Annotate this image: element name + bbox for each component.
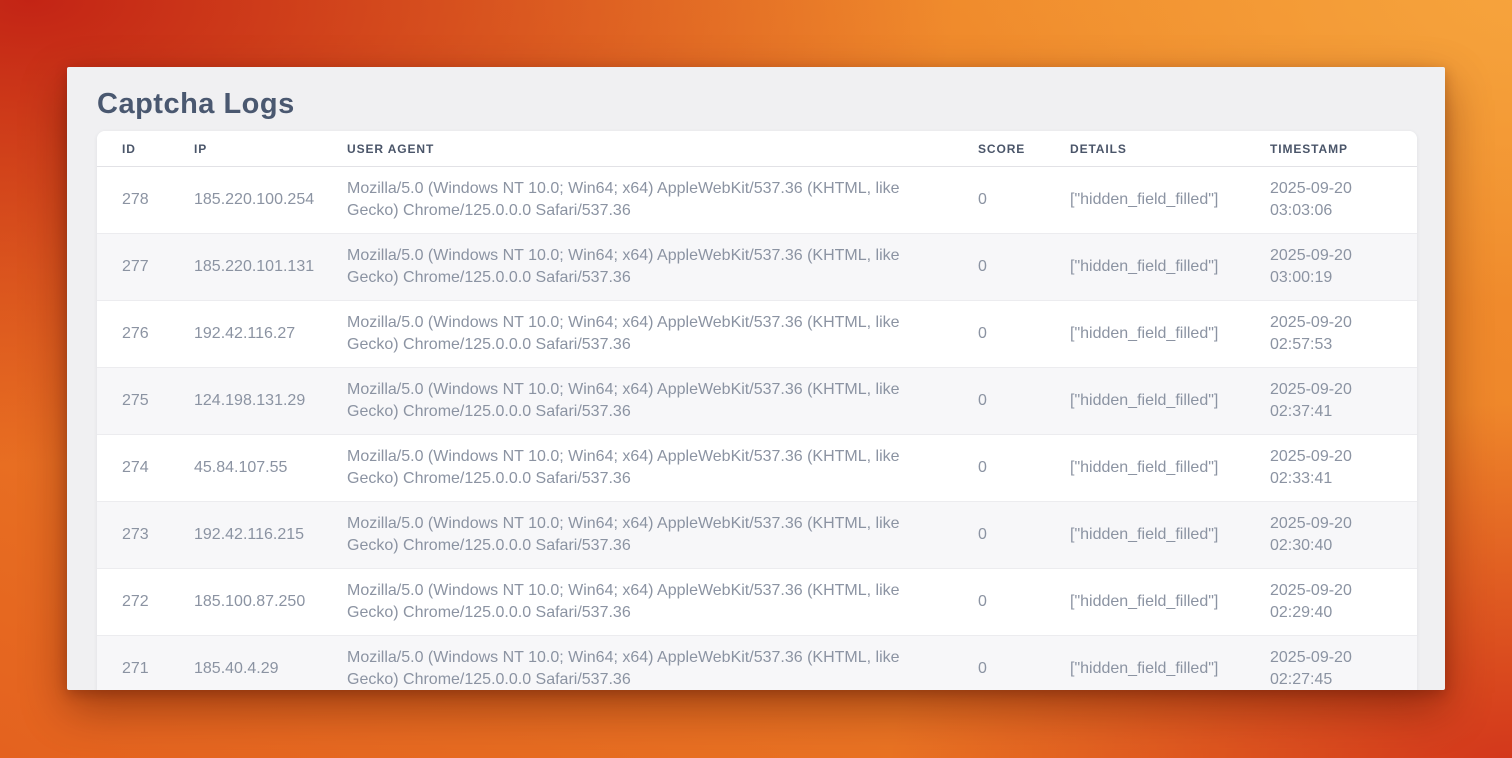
captcha-logs-card: Captcha Logs ID IP USER AGENT SCORE DETA… bbox=[67, 67, 1445, 690]
card-header: Captcha Logs bbox=[67, 67, 1445, 122]
cell-ip: 185.100.87.250 bbox=[194, 569, 347, 636]
cell-timestamp: 2025-09-20 03:03:06 bbox=[1270, 167, 1417, 234]
table-row: 271 185.40.4.29 Mozilla/5.0 (Windows NT … bbox=[97, 636, 1417, 691]
cell-ip: 185.220.101.131 bbox=[194, 234, 347, 301]
cell-score: 0 bbox=[978, 234, 1070, 301]
cell-details: ["hidden_field_filled"] bbox=[1070, 234, 1270, 301]
table-header: ID IP USER AGENT SCORE DETAILS TIMESTAMP bbox=[97, 131, 1417, 167]
cell-score: 0 bbox=[978, 569, 1070, 636]
cell-id: 275 bbox=[97, 368, 194, 435]
cell-id: 278 bbox=[97, 167, 194, 234]
cell-details: ["hidden_field_filled"] bbox=[1070, 569, 1270, 636]
cell-score: 0 bbox=[978, 301, 1070, 368]
column-header-id: ID bbox=[97, 131, 194, 167]
column-header-details: DETAILS bbox=[1070, 131, 1270, 167]
cell-useragent: Mozilla/5.0 (Windows NT 10.0; Win64; x64… bbox=[347, 368, 978, 435]
table-row: 272 185.100.87.250 Mozilla/5.0 (Windows … bbox=[97, 569, 1417, 636]
table-body: 278 185.220.100.254 Mozilla/5.0 (Windows… bbox=[97, 167, 1417, 691]
table-row: 278 185.220.100.254 Mozilla/5.0 (Windows… bbox=[97, 167, 1417, 234]
cell-id: 271 bbox=[97, 636, 194, 691]
cell-ip: 124.198.131.29 bbox=[194, 368, 347, 435]
cell-useragent: Mozilla/5.0 (Windows NT 10.0; Win64; x64… bbox=[347, 301, 978, 368]
cell-useragent: Mozilla/5.0 (Windows NT 10.0; Win64; x64… bbox=[347, 234, 978, 301]
cell-useragent: Mozilla/5.0 (Windows NT 10.0; Win64; x64… bbox=[347, 636, 978, 691]
table-row: 275 124.198.131.29 Mozilla/5.0 (Windows … bbox=[97, 368, 1417, 435]
cell-useragent: Mozilla/5.0 (Windows NT 10.0; Win64; x64… bbox=[347, 502, 978, 569]
table-row: 277 185.220.101.131 Mozilla/5.0 (Windows… bbox=[97, 234, 1417, 301]
cell-timestamp: 2025-09-20 03:00:19 bbox=[1270, 234, 1417, 301]
cell-score: 0 bbox=[978, 167, 1070, 234]
cell-timestamp: 2025-09-20 02:29:40 bbox=[1270, 569, 1417, 636]
cell-details: ["hidden_field_filled"] bbox=[1070, 502, 1270, 569]
cell-score: 0 bbox=[978, 636, 1070, 691]
cell-ip: 192.42.116.27 bbox=[194, 301, 347, 368]
cell-useragent: Mozilla/5.0 (Windows NT 10.0; Win64; x64… bbox=[347, 435, 978, 502]
cell-score: 0 bbox=[978, 368, 1070, 435]
column-header-timestamp: TIMESTAMP bbox=[1270, 131, 1417, 167]
cell-ip: 185.40.4.29 bbox=[194, 636, 347, 691]
column-header-useragent: USER AGENT bbox=[347, 131, 978, 167]
cell-useragent: Mozilla/5.0 (Windows NT 10.0; Win64; x64… bbox=[347, 569, 978, 636]
cell-details: ["hidden_field_filled"] bbox=[1070, 435, 1270, 502]
cell-id: 273 bbox=[97, 502, 194, 569]
cell-details: ["hidden_field_filled"] bbox=[1070, 167, 1270, 234]
page-title: Captcha Logs bbox=[97, 86, 1415, 122]
cell-id: 274 bbox=[97, 435, 194, 502]
cell-timestamp: 2025-09-20 02:30:40 bbox=[1270, 502, 1417, 569]
cell-timestamp: 2025-09-20 02:27:45 bbox=[1270, 636, 1417, 691]
cell-id: 277 bbox=[97, 234, 194, 301]
cell-useragent: Mozilla/5.0 (Windows NT 10.0; Win64; x64… bbox=[347, 167, 978, 234]
cell-details: ["hidden_field_filled"] bbox=[1070, 368, 1270, 435]
captcha-logs-table: ID IP USER AGENT SCORE DETAILS TIMESTAMP… bbox=[97, 131, 1417, 690]
page-background: { "page": { "title": "Captcha Logs" }, "… bbox=[0, 0, 1512, 758]
cell-timestamp: 2025-09-20 02:57:53 bbox=[1270, 301, 1417, 368]
column-header-score: SCORE bbox=[978, 131, 1070, 167]
cell-score: 0 bbox=[978, 502, 1070, 569]
cell-details: ["hidden_field_filled"] bbox=[1070, 636, 1270, 691]
cell-ip: 185.220.100.254 bbox=[194, 167, 347, 234]
table-row: 273 192.42.116.215 Mozilla/5.0 (Windows … bbox=[97, 502, 1417, 569]
cell-id: 272 bbox=[97, 569, 194, 636]
table-header-row: ID IP USER AGENT SCORE DETAILS TIMESTAMP bbox=[97, 131, 1417, 167]
column-header-ip: IP bbox=[194, 131, 347, 167]
cell-score: 0 bbox=[978, 435, 1070, 502]
cell-id: 276 bbox=[97, 301, 194, 368]
cell-details: ["hidden_field_filled"] bbox=[1070, 301, 1270, 368]
cell-ip: 45.84.107.55 bbox=[194, 435, 347, 502]
logs-table-container: ID IP USER AGENT SCORE DETAILS TIMESTAMP… bbox=[97, 131, 1417, 690]
cell-timestamp: 2025-09-20 02:33:41 bbox=[1270, 435, 1417, 502]
cell-timestamp: 2025-09-20 02:37:41 bbox=[1270, 368, 1417, 435]
cell-ip: 192.42.116.215 bbox=[194, 502, 347, 569]
table-row: 274 45.84.107.55 Mozilla/5.0 (Windows NT… bbox=[97, 435, 1417, 502]
table-row: 276 192.42.116.27 Mozilla/5.0 (Windows N… bbox=[97, 301, 1417, 368]
